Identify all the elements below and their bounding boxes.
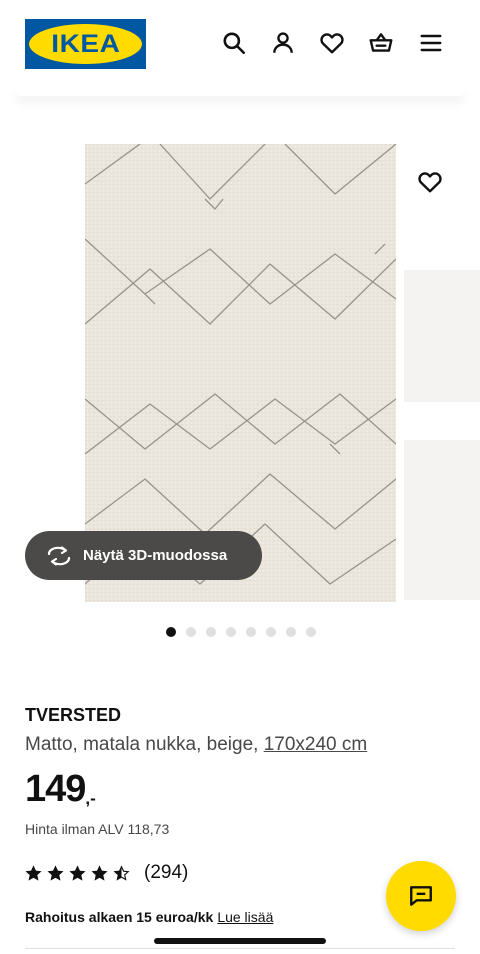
star-full-icon: [25, 864, 42, 881]
favorite-button[interactable]: [414, 166, 446, 198]
product-name: TVERSTED: [25, 705, 122, 725]
chat-icon: [410, 886, 432, 906]
pagination-dot[interactable]: [246, 627, 256, 637]
shopping-basket-icon[interactable]: [366, 28, 396, 58]
financing-info: Rahoitus alkaen 15 euroa/kk Lue lisää: [25, 909, 273, 925]
pagination-dot[interactable]: [306, 627, 316, 637]
home-indicator: [154, 938, 326, 944]
price-excl-vat: Hinta ilman ALV 118,73: [25, 821, 170, 837]
pagination-dot[interactable]: [206, 627, 216, 637]
size-link[interactable]: 170x240 cm: [264, 734, 368, 755]
search-icon[interactable]: [219, 28, 249, 58]
financing-text: Rahoitus alkaen 15 euroa/kk: [25, 909, 214, 925]
image-pagination[interactable]: [166, 627, 316, 637]
product-description-text: Matto, matala nukka, beige,: [25, 734, 264, 755]
ikea-logo[interactable]: IKEA: [25, 19, 146, 69]
pagination-dot[interactable]: [266, 627, 276, 637]
price-suffix: ,-: [85, 789, 96, 808]
logo-text: IKEA: [50, 29, 121, 58]
rating-summary[interactable]: (294): [25, 862, 188, 884]
rating-stars: [25, 864, 130, 882]
user-icon[interactable]: [268, 28, 298, 58]
view-3d-label: Näytä 3D-muodossa: [83, 547, 228, 564]
chat-button[interactable]: [386, 861, 456, 931]
price-integer: 149: [25, 768, 86, 810]
heart-icon: [418, 172, 442, 193]
star-full-icon: [69, 864, 86, 881]
logo-oval: IKEA: [29, 24, 142, 64]
view-3d-button[interactable]: Näytä 3D-muodossa: [25, 531, 262, 580]
header-shadow: [16, 88, 464, 96]
pagination-dot[interactable]: [186, 627, 196, 637]
menu-icon[interactable]: [416, 28, 446, 58]
review-count: (294): [144, 862, 189, 883]
financing-read-more-link[interactable]: Lue lisää: [217, 909, 273, 925]
pagination-dot[interactable]: [166, 627, 176, 637]
pagination-dot[interactable]: [286, 627, 296, 637]
star-full-icon: [47, 864, 64, 881]
next-image-peek[interactable]: [404, 270, 480, 402]
pagination-dot[interactable]: [226, 627, 236, 637]
site-header: IKEA: [0, 0, 480, 92]
star-full-icon: [91, 864, 108, 881]
heart-icon[interactable]: [317, 28, 347, 58]
star-half-icon: [113, 864, 130, 881]
product-description: Matto, matala nukka, beige, 170x240 cm: [25, 734, 367, 756]
divider: [25, 948, 455, 949]
product-price: 149 ,-: [25, 768, 96, 811]
rotate-3d-icon: [47, 545, 71, 566]
next-image-peek[interactable]: [404, 440, 480, 600]
